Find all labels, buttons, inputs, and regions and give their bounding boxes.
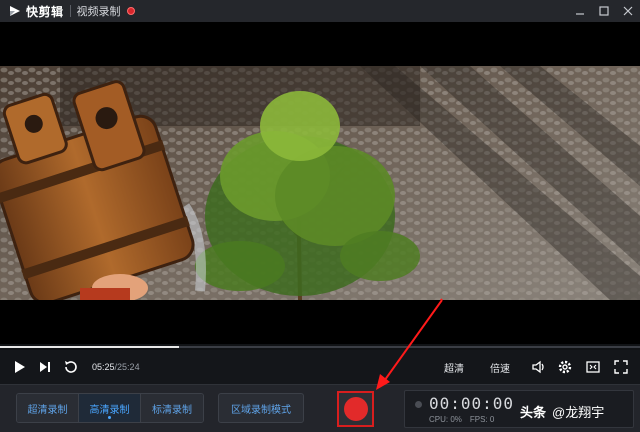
watermark-brand: 头条 [520,404,547,420]
video-scene-image [0,66,640,300]
app-logo-icon [8,4,22,18]
recording-timer: 00:00:00 [429,394,515,413]
record-mode-sd-button[interactable]: 标清录制 [141,394,203,422]
current-time: 05:25 [92,362,115,372]
video-frame [0,66,640,300]
recording-status-icon [126,7,135,15]
recording-stats: CPU: 0% FPS: 0 [429,415,494,424]
recording-indicator-icon [415,401,422,408]
cpu-usage: CPU: 0% [429,415,462,424]
loop-icon[interactable] [62,358,80,376]
record-mode-hd-button[interactable]: 高清录制 [79,394,141,422]
progress-fill [0,346,180,348]
watermark-handle: @龙翔宇 [552,404,605,420]
area-record-mode-button[interactable]: 区域录制模式 [218,393,304,423]
minimize-icon[interactable] [574,5,586,17]
fps-value: FPS: 0 [469,415,495,424]
title-divider [69,5,71,17]
settings-gear-icon[interactable] [556,358,574,376]
maximize-icon[interactable] [598,5,610,17]
record-quality-group: 超清录制 高清录制 标清录制 [16,393,204,423]
record-icon [343,397,368,421]
mode-title: 视频录制 [76,6,121,18]
watermark: 头条 @龙翔宇 [520,398,604,424]
next-icon[interactable] [36,358,54,376]
app-logo: 快剪辑 [8,0,64,22]
record-mode-ultra-button[interactable]: 超清录制 [17,394,79,422]
volume-icon[interactable] [530,358,548,376]
playback-time: 05:25/25:24 [92,362,140,372]
player-controls: 05:25/25:24 超清 倍速 [0,350,640,384]
app-name: 快剪辑 [26,4,64,19]
record-button[interactable] [337,391,374,427]
fit-screen-icon[interactable] [584,358,602,376]
fullscreen-icon[interactable] [612,358,630,376]
annotation-arrow-icon [376,300,443,390]
close-icon[interactable] [622,5,634,17]
video-player[interactable] [0,22,640,344]
play-icon[interactable] [10,358,28,376]
window-controls [574,0,634,22]
speed-button[interactable]: 倍速 [490,360,510,375]
title-bar: 快剪辑 视频录制 [0,0,640,22]
player-right-controls: 超清 倍速 [444,350,630,384]
duration: 25:24 [117,362,140,372]
